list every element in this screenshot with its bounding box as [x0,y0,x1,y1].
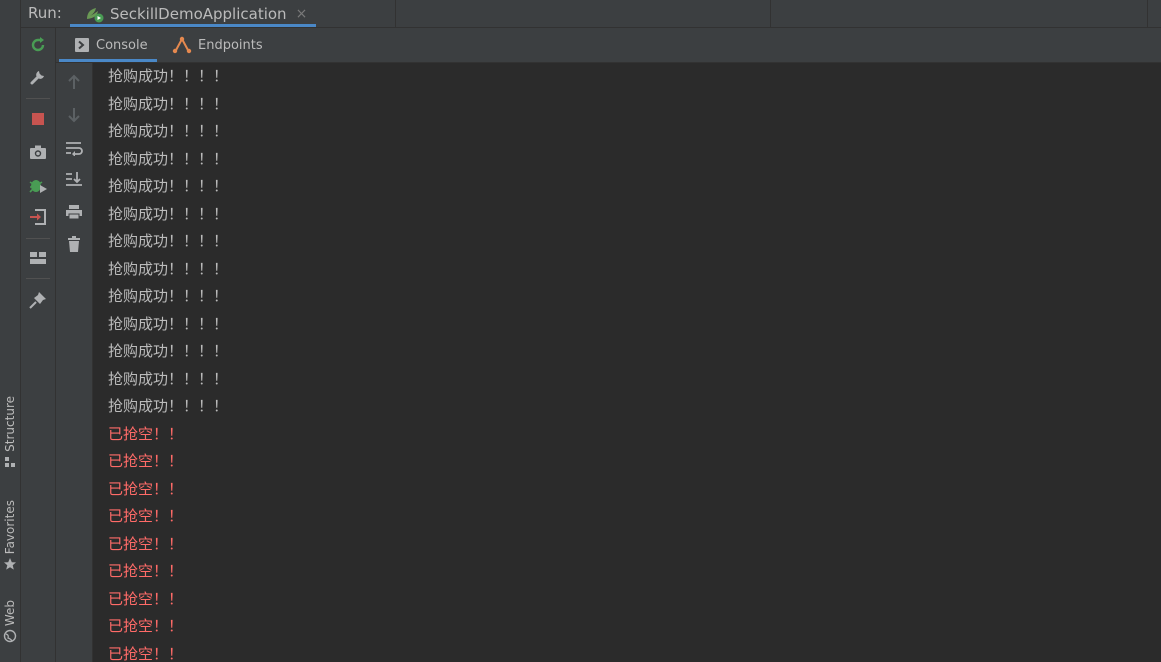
run-config-tab-title: SeckillDemoApplication [110,4,287,23]
console-line-sold-out: 已抢空！！ [108,479,184,498]
console-line-sold-out: 已抢空！！ [108,534,184,553]
layout-icon [30,252,46,264]
next-occurrence-button[interactable] [63,104,85,126]
scroll-to-end-button[interactable] [63,168,85,190]
exit-button[interactable] [27,206,49,228]
spring-boot-run-icon [87,7,104,22]
previous-occurrence-button[interactable] [63,71,85,93]
tab-label: Console [96,37,148,53]
active-tab-indicator [59,59,157,62]
console-line-success: 抢购成功！！！！ [108,94,229,113]
side-tab-favorites[interactable]: Favorites [0,500,20,571]
console-line-success: 抢购成功！！！！ [108,259,229,278]
soft-wrap-icon [66,142,83,156]
console-line-success: 抢购成功！！！！ [108,204,229,223]
up-arrow-icon [68,74,80,89]
side-tab-web[interactable]: Web [0,600,20,643]
divider [770,0,771,27]
run-bar: Run: SeckillDemoApplication × [21,0,1161,28]
tab-console[interactable]: Console [59,28,157,62]
print-icon [66,205,82,220]
console-line-success: 抢购成功！！！！ [108,287,229,305]
debug-bug-icon [29,180,47,193]
console-line-sold-out: 已抢空！！ [108,589,184,608]
debug-button[interactable] [27,174,49,196]
console-line-success: 抢购成功！！！！ [108,369,229,388]
divider [26,98,50,99]
exit-icon [30,209,46,225]
down-arrow-icon [68,108,80,123]
console-line-sold-out: 已抢空！！ [108,507,184,525]
structure-icon [5,456,15,467]
endpoints-icon [172,36,192,54]
camera-icon [30,145,46,159]
soft-wrap-button[interactable] [63,137,85,159]
stop-icon [32,113,44,125]
active-tab-indicator [70,24,316,27]
console-line-sold-out: 已抢空！！ [108,424,184,443]
wrench-icon [30,71,44,85]
run-label: Run: [28,4,62,22]
divider [26,278,50,279]
close-icon[interactable]: × [296,6,308,22]
trash-icon [68,236,80,252]
stop-button[interactable] [27,108,49,130]
clear-all-button[interactable] [63,233,85,255]
globe-icon [3,629,17,643]
side-tab-structure[interactable]: Structure [0,396,20,469]
console-tab-bar: Console Endpoints [56,28,1161,63]
rerun-icon [31,37,45,52]
console-line-success: 抢购成功！！！！ [108,177,229,195]
rerun-button[interactable] [27,34,49,56]
divider [1147,0,1148,27]
settings-button[interactable] [27,66,49,88]
restore-layout-button[interactable] [27,247,49,269]
console-line-success: 抢购成功！！！！ [108,149,229,168]
divider [26,238,50,239]
scroll-to-end-icon [66,172,82,186]
console-line-success: 抢购成功！！！！ [108,397,229,415]
console-output[interactable]: 抢购成功！！！！ 抢购成功！！！！ 抢购成功！！！！ 抢购成功！！！！ 抢购成功！！！！… [93,63,1161,662]
side-tab-label: Favorites [3,500,17,555]
divider [395,0,396,27]
dump-threads-button[interactable] [27,141,49,163]
tab-endpoints[interactable]: Endpoints [169,28,269,62]
run-config-tab[interactable]: SeckillDemoApplication × [70,0,316,27]
console-line-sold-out: 已抢空！！ [108,562,184,580]
console-line-success: 抢购成功！！！！ [108,232,229,250]
star-icon [4,558,16,570]
print-button[interactable] [63,201,85,223]
console-line-success: 抢购成功！！！！ [108,342,229,360]
console-line-sold-out: 已抢空！！ [108,644,184,662]
side-tab-label: Structure [3,396,17,452]
run-toolbar [21,28,56,662]
console-line-success: 抢购成功！！！！ [108,67,229,85]
left-tool-strip: Structure Favorites Web [0,0,21,662]
console-line-sold-out: 已抢空！！ [108,452,184,470]
pin-icon [29,292,46,309]
side-tab-label: Web [3,600,17,627]
pin-tab-button[interactable] [27,289,49,311]
console-line-success: 抢购成功！！！！ [108,122,229,140]
console-line-sold-out: 已抢空！！ [108,617,184,635]
console-toolbar [56,63,93,662]
console-line-success: 抢购成功！！！！ [108,314,229,333]
tab-label: Endpoints [198,37,263,53]
console-icon [75,38,89,52]
